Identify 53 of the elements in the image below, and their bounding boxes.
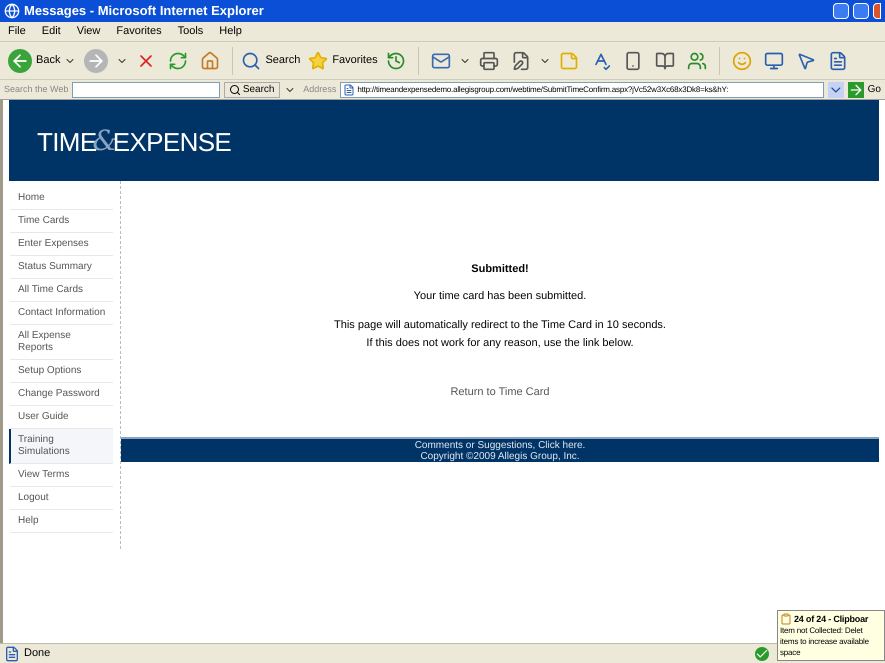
close-button[interactable] [873,3,881,19]
search-button[interactable]: Search [241,50,300,70]
nav-link[interactable]: All Time Cards [9,279,113,302]
search-icon [241,50,262,70]
copyright-text: Copyright ©2009 Allegis Group, Inc. [420,450,580,462]
site-logo: TIME&EXPENSE [37,126,232,154]
menu-item[interactable]: File [8,23,26,40]
nav-link[interactable]: Help [9,510,113,533]
favorites-button[interactable]: Favorites [308,50,378,70]
nav-link[interactable]: Enter Expenses [9,233,113,256]
nav-link[interactable]: Setup Options [9,360,113,383]
balloon-text: Item not Collected: Delet [780,625,864,636]
balloon-text: items to increase available [780,636,870,647]
address-field[interactable]: http://timeandexpensedemo.allegisgroup.com/webtime/SubmitTimeConfirm.aspx?jVc52w3Xc68x3Dk8=ks&hY: [340,82,824,98]
nav-link[interactable]: Logout [9,487,113,510]
search-label: Search the Web [4,82,68,96]
page-icon [343,84,356,96]
menu-item[interactable]: View [76,23,100,40]
balloon-title: 24 of 24 - Clipboar [794,614,868,624]
web-search-button[interactable]: Search [224,82,280,98]
feedback-link[interactable]: Comments or Suggestions, Click here. [414,440,586,450]
browser-icon [4,3,20,19]
nav-link[interactable]: Home [9,187,113,210]
search-icon [228,84,241,96]
go-button[interactable]: Go [848,82,881,98]
status-text: Done [24,646,50,662]
window-title: Messages - Microsoft Internet Explorer [24,2,264,20]
menu-item[interactable]: Tools [178,23,204,40]
nav-link[interactable]: All Expense Reports [9,325,113,360]
menu-item[interactable]: Edit [42,23,61,40]
nav-link[interactable]: Training Simulations [9,429,113,464]
nav-link[interactable]: Contact Information [9,302,113,325]
address-label: Address [303,82,336,96]
minimize-button[interactable] [833,3,849,19]
back-button[interactable]: Back [8,48,60,72]
redirect-text: This page will automatically redirect to the Time Card in 10 seconds. [334,318,666,333]
clipboard-icon [780,613,792,625]
menu-item[interactable]: Help [219,23,242,40]
menu-item[interactable]: Favorites [116,23,162,40]
redirect-text: If this does not work for any reason, use the link below. [366,336,634,351]
nav-link[interactable]: Status Summary [9,256,113,279]
page-icon [4,646,20,662]
nav-link[interactable]: Time Cards [9,210,113,233]
return-link[interactable]: Return to Time Card [450,384,550,400]
nav-link[interactable]: Change Password [9,383,113,406]
maximize-button[interactable] [853,3,869,19]
confirmation-heading: Submitted! [471,262,529,277]
confirmation-message: Your time card has been submitted. [414,288,586,304]
nav-link[interactable]: View Terms [9,464,113,487]
balloon-text: space [780,647,802,658]
search-field[interactable] [72,82,220,98]
star-icon [308,50,328,70]
check-icon [755,646,769,660]
